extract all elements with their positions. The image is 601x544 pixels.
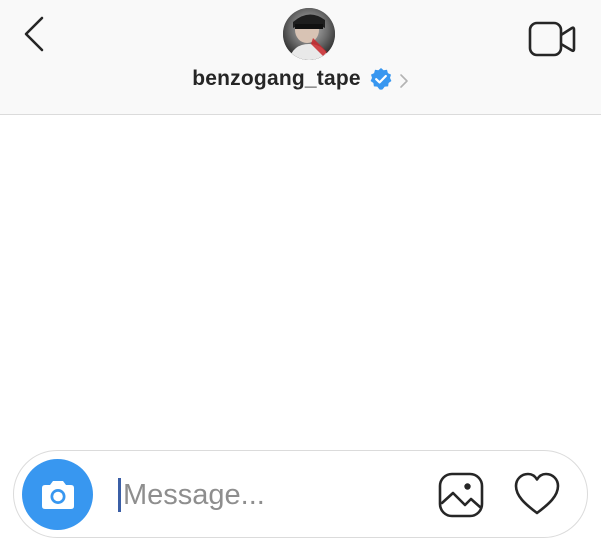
- chevron-left-icon: [24, 16, 44, 52]
- gallery-button[interactable]: [438, 472, 484, 518]
- like-button[interactable]: [513, 471, 561, 517]
- message-input[interactable]: Message...: [118, 473, 418, 517]
- verified-badge-icon: [370, 68, 392, 90]
- avatar[interactable]: [283, 8, 335, 60]
- camera-button[interactable]: [22, 459, 93, 530]
- video-call-button[interactable]: [527, 20, 577, 60]
- chevron-right-icon: [399, 74, 408, 88]
- profile-link[interactable]: benzogang_tape: [0, 62, 601, 96]
- video-camera-icon: [528, 21, 576, 57]
- image-gallery-icon: [438, 472, 484, 518]
- message-composer: Message...: [13, 450, 588, 538]
- text-caret: [118, 478, 121, 512]
- message-placeholder: Message...: [123, 478, 265, 511]
- direct-message-screen: benzogang_tape Message...: [0, 0, 601, 544]
- username: benzogang_tape: [192, 67, 361, 90]
- camera-icon: [41, 480, 74, 509]
- chat-header: benzogang_tape: [0, 0, 601, 115]
- avatar-image: [283, 8, 335, 60]
- heart-icon: [514, 472, 560, 515]
- back-button[interactable]: [18, 14, 54, 54]
